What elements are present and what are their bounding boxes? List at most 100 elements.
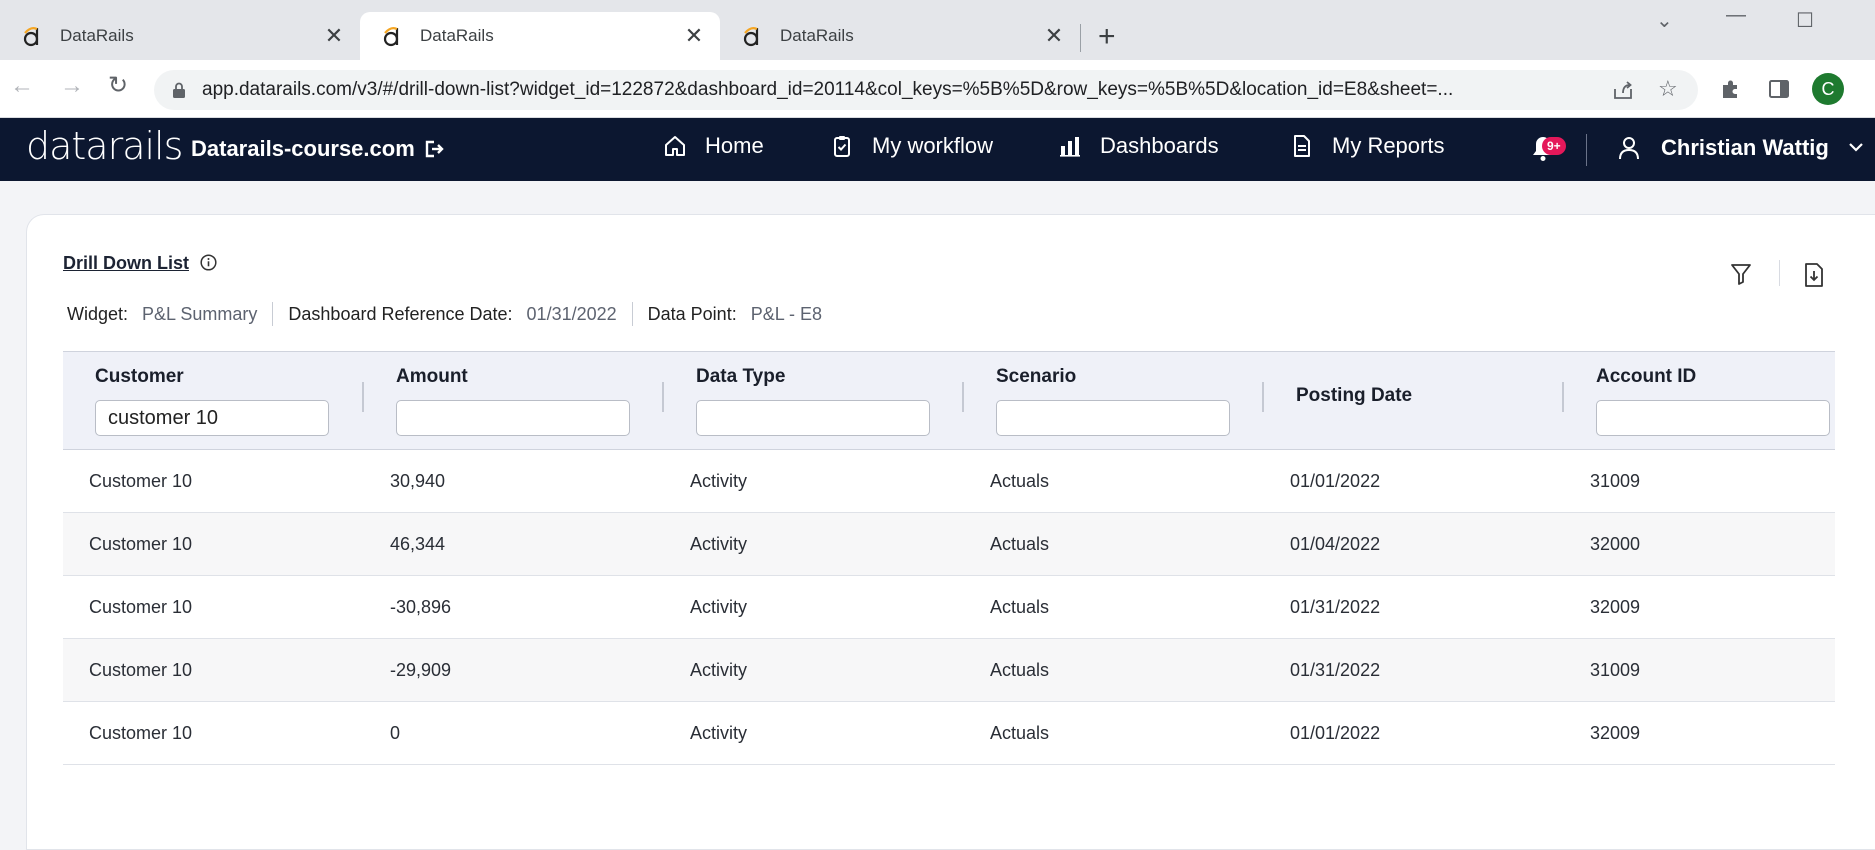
widget-value: P&L Summary xyxy=(142,303,258,324)
close-tab-icon[interactable]: ✕ xyxy=(1042,25,1066,47)
datarails-favicon-icon xyxy=(383,27,399,47)
column-header-posting-date: Posting Date xyxy=(1264,352,1564,449)
export-file-icon[interactable] xyxy=(1803,262,1825,288)
cell-scenario: Actuals xyxy=(990,660,1050,680)
back-icon[interactable]: ← xyxy=(10,74,34,98)
column-header-data-type: Data Type xyxy=(664,352,964,449)
chevron-down-icon[interactable] xyxy=(1849,142,1863,152)
cell-account-id: 32009 xyxy=(1590,723,1641,743)
tab-title: DataRails xyxy=(780,26,854,45)
browser-tab-strip: DataRails ✕ DataRails ✕ DataRails ✕ + ⌄ … xyxy=(0,0,1875,60)
amount-filter-input[interactable] xyxy=(396,400,630,436)
reload-icon[interactable]: ↻ xyxy=(108,74,128,98)
address-bar[interactable]: app.datarails.com/v3/#/drill-down-list?w… xyxy=(154,70,1698,110)
cell-account-id: 31009 xyxy=(1590,660,1641,680)
cell-scenario: Actuals xyxy=(990,723,1050,743)
table-body: Customer 10 30,940 Activity Actuals 01/0… xyxy=(63,450,1835,765)
browser-profile-avatar[interactable]: C xyxy=(1812,73,1844,105)
column-label[interactable]: Amount xyxy=(396,366,468,388)
data-type-filter-input[interactable] xyxy=(696,400,930,436)
user-icon xyxy=(1619,137,1639,160)
cell-amount: -30,896 xyxy=(390,597,452,617)
cell-scenario: Actuals xyxy=(990,471,1050,491)
app-header: datarails Datarails-course.com Home My w… xyxy=(0,118,1875,181)
table-header: Customer Amount Data Type Scenario Posti… xyxy=(63,351,1835,450)
cell-amount: 30,940 xyxy=(390,471,446,491)
cell-data-type: Activity xyxy=(690,660,748,680)
column-header-account-id: Account ID xyxy=(1564,352,1835,449)
nav-label: Home xyxy=(705,133,764,158)
cell-customer: Customer 10 xyxy=(89,471,193,491)
nav-home[interactable]: Home xyxy=(663,133,764,159)
datarails-favicon-icon xyxy=(23,27,39,47)
cell-amount: 46,344 xyxy=(390,534,446,554)
nav-my-reports[interactable]: My Reports xyxy=(1290,133,1444,159)
notifications-badge: 9+ xyxy=(1542,137,1566,155)
document-icon xyxy=(1294,135,1310,157)
cell-posting-date: 01/31/2022 xyxy=(1290,660,1381,680)
close-tab-icon[interactable]: ✕ xyxy=(682,25,706,47)
cell-amount: -29,909 xyxy=(390,660,452,680)
scenario-filter-input[interactable] xyxy=(996,400,1230,436)
browser-tab-active[interactable]: DataRails ✕ xyxy=(360,12,720,60)
maximize-icon[interactable]: ☐ xyxy=(1796,8,1814,33)
cell-data-type: Activity xyxy=(690,534,748,554)
info-icon[interactable] xyxy=(200,254,217,271)
column-label[interactable]: Scenario xyxy=(996,366,1076,388)
column-label[interactable]: Customer xyxy=(95,366,184,388)
nav-dashboards[interactable]: Dashboards xyxy=(1058,133,1219,159)
lock-icon xyxy=(173,82,185,98)
column-label[interactable]: Data Type xyxy=(696,366,785,388)
url-text: app.datarails.com/v3/#/drill-down-list?w… xyxy=(202,79,1454,100)
reference-date-value: 01/31/2022 xyxy=(526,303,617,324)
customer-filter-input[interactable] xyxy=(95,400,329,436)
cell-amount: 0 xyxy=(390,723,401,743)
cell-account-id: 32009 xyxy=(1590,597,1641,617)
minimize-icon[interactable]: — xyxy=(1726,4,1746,27)
account-id-filter-input[interactable] xyxy=(1596,400,1830,436)
extensions-puzzle-icon[interactable] xyxy=(1720,78,1742,100)
share-icon[interactable] xyxy=(1612,79,1634,101)
org-name: Datarails-course.com xyxy=(191,136,415,161)
cell-posting-date: 01/01/2022 xyxy=(1290,471,1381,491)
browser-tab[interactable]: DataRails ✕ xyxy=(0,12,360,60)
column-label[interactable]: Posting Date xyxy=(1296,385,1412,407)
table-row[interactable]: Customer 10 30,940 Activity Actuals 01/0… xyxy=(63,450,1835,513)
widget-label: Widget: xyxy=(67,303,129,324)
cell-posting-date: 01/31/2022 xyxy=(1290,597,1381,617)
table-row[interactable]: Customer 10 46,344 Activity Actuals 01/0… xyxy=(63,513,1835,576)
bar-chart-icon xyxy=(1060,137,1080,157)
close-tab-icon[interactable]: ✕ xyxy=(322,25,346,47)
column-label[interactable]: Account ID xyxy=(1596,366,1696,388)
tab-search-chevron-icon[interactable]: ⌄ xyxy=(1656,8,1673,33)
datarails-logo[interactable]: datarails xyxy=(26,124,183,168)
nav-label: My Reports xyxy=(1332,133,1445,158)
meta-divider xyxy=(272,302,274,326)
bookmark-star-icon[interactable]: ☆ xyxy=(1658,76,1678,102)
forward-icon[interactable]: → xyxy=(60,74,84,98)
cell-scenario: Actuals xyxy=(990,534,1050,554)
side-panel-icon[interactable] xyxy=(1768,78,1790,100)
switch-org-icon[interactable] xyxy=(423,138,445,160)
column-header-customer: Customer xyxy=(63,352,364,449)
datarails-favicon-icon xyxy=(743,27,759,47)
browser-tab[interactable]: DataRails ✕ xyxy=(720,12,1080,60)
nav-my-workflow[interactable]: My workflow xyxy=(830,133,993,159)
cell-data-type: Activity xyxy=(690,597,748,617)
filter-icon[interactable] xyxy=(1730,262,1752,286)
table-row[interactable]: Customer 10 0 Activity Actuals 01/01/202… xyxy=(63,702,1835,765)
new-tab-icon[interactable]: + xyxy=(1098,22,1116,52)
data-point-label: Data Point: xyxy=(647,303,737,324)
clipboard-check-icon xyxy=(834,136,850,157)
cell-customer: Customer 10 xyxy=(89,534,193,554)
table-row[interactable]: Customer 10 -29,909 Activity Actuals 01/… xyxy=(63,639,1835,702)
drilldown-title[interactable]: Drill Down List xyxy=(63,253,189,274)
user-name[interactable]: Christian Wattig xyxy=(1661,135,1829,161)
cell-account-id: 31009 xyxy=(1590,471,1641,491)
cell-posting-date: 01/01/2022 xyxy=(1290,723,1381,743)
nav-label: Dashboards xyxy=(1100,133,1219,158)
table-row[interactable]: Customer 10 -30,896 Activity Actuals 01/… xyxy=(63,576,1835,639)
org-switcher[interactable]: Datarails-course.com xyxy=(191,136,445,162)
column-header-scenario: Scenario xyxy=(964,352,1264,449)
drilldown-meta: Widget: P&L Summary Dashboard Reference … xyxy=(67,302,822,326)
